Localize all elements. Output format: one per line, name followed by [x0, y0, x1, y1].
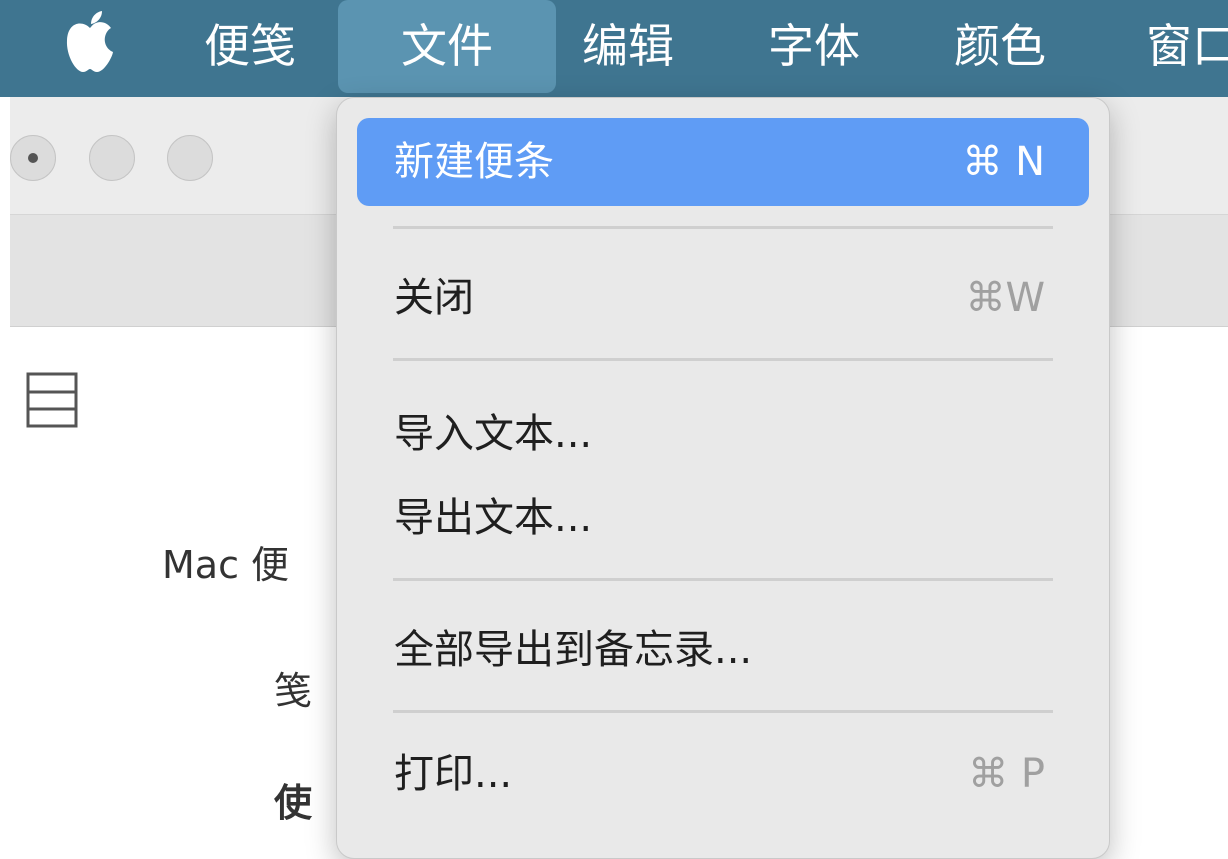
menu-item-import-text[interactable]: 导入文本... [357, 390, 1089, 478]
menu-item-shortcut: ⌘ P [968, 751, 1045, 797]
window-edge [0, 97, 10, 836]
menu-bar-item-window[interactable]: 窗口 [1146, 0, 1228, 93]
menu-separator [393, 226, 1053, 229]
content-text-line: 使 [274, 781, 313, 825]
menu-bar-item-font[interactable]: 字体 [768, 0, 860, 93]
menu-item-label: 全部导出到备忘录... [394, 627, 753, 673]
menu-item-label: 关闭 [394, 275, 474, 321]
file-menu-dropdown: 新建便条 ⌘ N 关闭 ⌘W 导入文本... 导出文本... 全部导出到备忘录.… [336, 97, 1110, 859]
content-text-line: Mac 便 [162, 543, 290, 587]
zoom-window-button[interactable] [167, 135, 213, 181]
window-active-dot [28, 153, 38, 163]
list-view-icon[interactable] [26, 372, 78, 428]
menu-item-close[interactable]: 关闭 ⌘W [357, 254, 1089, 342]
menu-item-label: 新建便条 [394, 139, 554, 185]
menu-item-label: 导出文本... [394, 495, 593, 541]
menu-bar-item-edit[interactable]: 编辑 [582, 0, 674, 93]
close-window-button[interactable] [10, 135, 56, 181]
apple-logo-icon[interactable] [62, 8, 118, 80]
menu-bar-item-stickies[interactable]: 便笺 [204, 0, 296, 93]
content-text-line: 笺 [274, 669, 313, 713]
menu-separator [393, 358, 1053, 361]
menu-item-print[interactable]: 打印... ⌘ P [357, 730, 1089, 818]
menu-separator [393, 578, 1053, 581]
menu-bar: 便笺 文件 编辑 字体 颜色 窗口 [0, 0, 1228, 97]
menu-separator [393, 710, 1053, 713]
menu-item-export-all-to-notes[interactable]: 全部导出到备忘录... [357, 606, 1089, 694]
menu-item-new-note[interactable]: 新建便条 ⌘ N [357, 118, 1089, 206]
menu-item-shortcut: ⌘ N [962, 139, 1045, 185]
menu-item-shortcut: ⌘W [965, 275, 1045, 321]
menu-item-export-text[interactable]: 导出文本... [357, 474, 1089, 562]
menu-bar-item-color[interactable]: 颜色 [954, 0, 1046, 93]
menu-item-label: 打印... [394, 751, 513, 797]
minimize-window-button[interactable] [89, 135, 135, 181]
menu-bar-item-file[interactable]: 文件 [338, 0, 556, 93]
menu-item-label: 导入文本... [394, 411, 593, 457]
